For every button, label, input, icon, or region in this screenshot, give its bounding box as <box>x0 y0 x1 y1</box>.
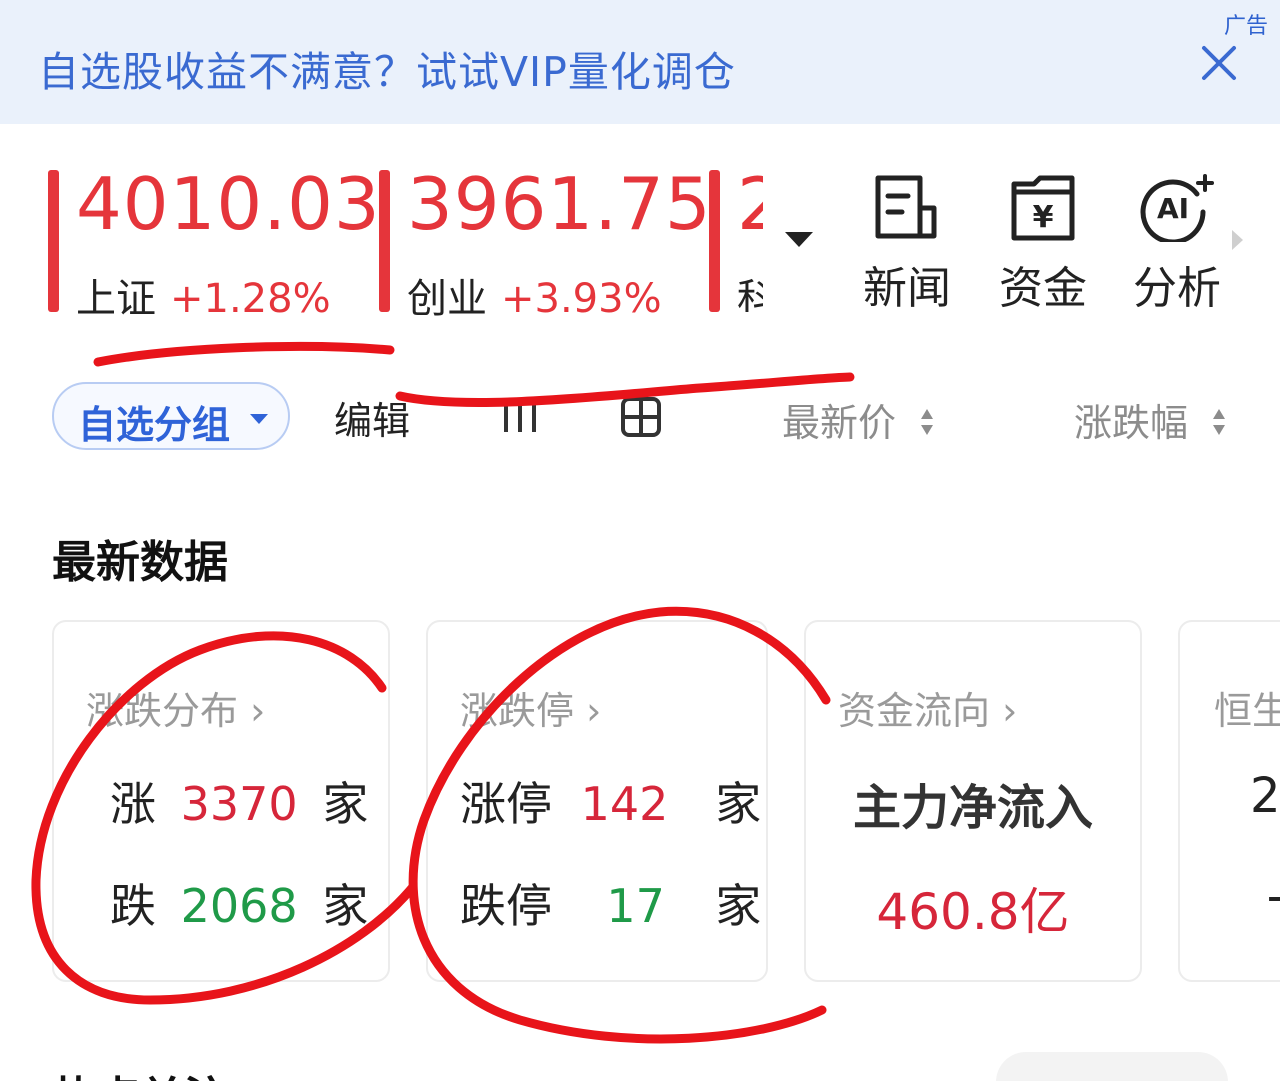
card-head-text: 涨跌停 <box>460 689 575 733</box>
index-change: +3.93% <box>501 276 662 322</box>
unit-label: 家 <box>715 879 762 933</box>
news-button[interactable]: 新闻 <box>852 172 962 316</box>
down-count: 2068 <box>180 879 298 933</box>
sort-icon <box>1213 408 1226 435</box>
chevron-right-icon[interactable] <box>1232 230 1243 250</box>
card-head: 恒生 <box>1214 689 1280 733</box>
card-head[interactable]: 涨跌分布 › <box>86 680 265 735</box>
ad-text[interactable]: 自选股收益不满意？试试VIP量化调仓 <box>38 38 736 98</box>
net-inflow-amount: 460.8亿 <box>876 883 1070 941</box>
card-head-text: 资金流向 <box>838 689 991 733</box>
index-chinext[interactable]: 3961.75 创业 +3.93% <box>379 162 711 322</box>
unit-label: 家 <box>322 879 369 933</box>
ai-analysis-icon: AI <box>1140 174 1214 242</box>
card-distribution[interactable]: 涨跌分布 › 涨 3370 家 跌 2068 家 <box>52 620 390 982</box>
limit-down-label: 跌停 <box>460 879 552 933</box>
card-head[interactable]: 资金流向 › <box>838 680 1017 735</box>
index-name: 上证 +1.28% <box>76 266 331 324</box>
up-count: 3370 <box>180 777 298 831</box>
hang-seng-value: 24 <box>1250 768 1280 824</box>
chevron-right-icon: › <box>586 689 602 733</box>
index-star-market[interactable]: 2 科 <box>709 170 763 312</box>
section-title: 最新数据 <box>52 537 228 588</box>
index-name: 科 <box>737 266 763 312</box>
unit-label: 家 <box>715 777 762 831</box>
column-view-icon[interactable] <box>500 396 540 436</box>
sort-by-price[interactable]: 最新价 <box>782 392 934 447</box>
card-head-text: 涨跌分布 <box>86 689 239 733</box>
watchlist-group-button[interactable]: 自选分组 <box>52 382 290 450</box>
watchlist-group-label: 自选分组 <box>78 403 231 447</box>
next-section-title: 热点关注 <box>52 1062 228 1081</box>
limit-up-row: 涨停 142 家 <box>460 768 761 834</box>
card-head[interactable]: 涨跌停 › <box>460 680 601 735</box>
card-capital-flow[interactable]: 资金流向 › 主力净流入 460.8亿 <box>804 620 1142 982</box>
index-name-text: 科 <box>737 276 763 312</box>
fund-icon: ¥ <box>1011 175 1075 241</box>
svg-text:¥: ¥ <box>1033 200 1054 235</box>
index-change: +1.28% <box>170 276 331 322</box>
news-icon <box>875 175 937 239</box>
card-limit[interactable]: 涨跌停 › 涨停 142 家 跌停 17 家 <box>426 620 768 982</box>
index-name-text: 上证 <box>76 276 156 322</box>
down-label: 跌 <box>110 879 156 933</box>
card-hang-seng[interactable]: 恒生 24 + <box>1178 620 1280 982</box>
hang-seng-change: + <box>1264 870 1280 926</box>
chevron-down-icon[interactable] <box>785 232 813 247</box>
limit-up-label: 涨停 <box>460 777 552 831</box>
sort-change-label: 涨跌幅 <box>1074 401 1189 445</box>
index-value: 4010.03 <box>76 162 381 246</box>
sort-icon <box>921 408 934 435</box>
close-icon[interactable] <box>1196 40 1242 86</box>
ad-banner[interactable]: 自选股收益不满意？试试VIP量化调仓 广告 <box>0 0 1280 124</box>
edit-button[interactable]: 编辑 <box>334 390 410 445</box>
svg-text:AI: AI <box>1157 192 1189 225</box>
down-count-row: 跌 2068 家 <box>110 870 368 936</box>
caret-down-icon <box>250 414 268 424</box>
analysis-button[interactable]: AI 分析 <box>1122 172 1232 316</box>
fund-button[interactable]: ¥ 资金 <box>988 172 1098 316</box>
analysis-label: 分析 <box>1133 263 1221 314</box>
index-bar <box>48 170 59 312</box>
annotation-underline-1 <box>93 341 395 367</box>
sort-by-change[interactable]: 涨跌幅 <box>1074 392 1226 447</box>
app-screen: 自选股收益不满意？试试VIP量化调仓 广告 4010.03 上证 +1.28% 3… <box>0 0 1280 1081</box>
up-count-row: 涨 3370 家 <box>110 768 368 834</box>
index-name-text: 创业 <box>407 276 487 322</box>
limit-up-count: 142 <box>580 777 669 831</box>
sort-price-label: 最新价 <box>782 401 897 445</box>
fund-label: 资金 <box>999 263 1087 314</box>
grid-view-icon[interactable] <box>620 396 662 438</box>
chevron-right-icon: › <box>250 689 266 733</box>
unit-label: 家 <box>322 777 369 831</box>
refresh-pill[interactable] <box>996 1052 1228 1081</box>
ad-tag: 广告 <box>1223 14 1268 39</box>
chevron-right-icon: › <box>1002 689 1018 733</box>
news-label: 新闻 <box>863 263 951 314</box>
limit-down-count: 17 <box>606 879 665 933</box>
index-bar <box>709 170 720 312</box>
limit-down-row: 跌停 17 家 <box>460 870 761 936</box>
up-label: 涨 <box>110 777 156 831</box>
index-bar <box>379 170 390 312</box>
index-value: 3961.75 <box>407 162 712 246</box>
index-value: 2 <box>737 170 763 246</box>
net-inflow-label: 主力净流入 <box>852 780 1093 836</box>
index-name: 创业 +3.93% <box>407 266 662 324</box>
index-shanghai[interactable]: 4010.03 上证 +1.28% <box>48 162 380 322</box>
